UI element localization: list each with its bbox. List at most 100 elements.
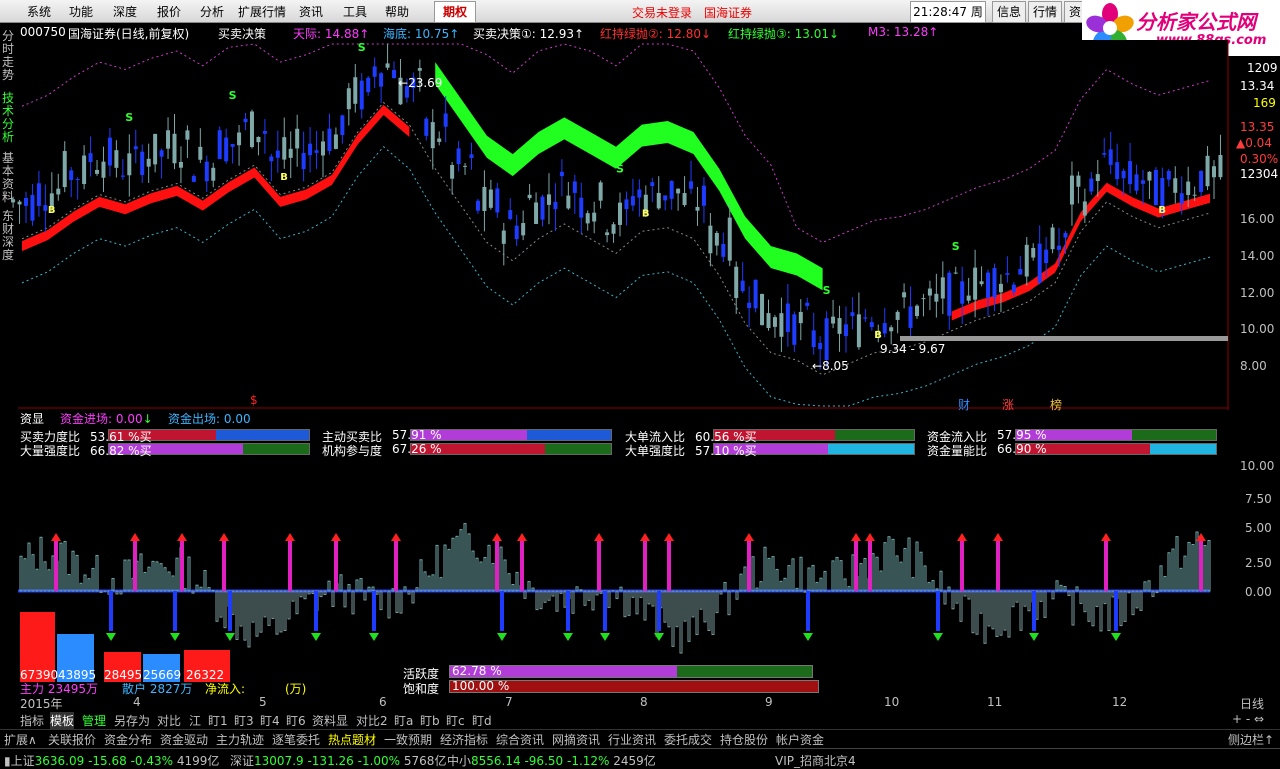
osc-bar <box>904 548 906 591</box>
osc-tick: 2.50 <box>1245 556 1272 570</box>
tool-save-as[interactable]: 另存为 <box>114 712 150 729</box>
activity-value: 62.78 % <box>452 664 502 678</box>
func-related-quote[interactable]: 关联报价 <box>48 731 96 748</box>
func-expand[interactable]: 扩展∧ <box>4 731 37 748</box>
period-label[interactable]: 日线 <box>1240 695 1264 712</box>
osc-bar <box>896 556 898 591</box>
func-economic[interactable]: 经济指标 <box>440 731 488 748</box>
candle-body <box>683 193 687 205</box>
tool-dingb[interactable]: 盯b <box>420 712 440 729</box>
candle-body <box>689 181 693 188</box>
osc-bar <box>44 562 46 591</box>
osc-bar <box>40 537 42 591</box>
candle-body <box>650 182 654 186</box>
candle-body <box>818 343 822 349</box>
outflow-spike <box>657 591 661 631</box>
tool-compare2[interactable]: 对比2 <box>356 712 388 729</box>
candle-body <box>928 289 932 296</box>
dollar-icon[interactable]: $ <box>250 393 258 407</box>
func-main-track[interactable]: 主力轨迹 <box>216 731 264 748</box>
candle-body <box>947 273 951 316</box>
tool-dingc[interactable]: 盯c <box>446 712 465 729</box>
candle-body <box>973 268 977 300</box>
func-hot-topics[interactable]: 热点题材 <box>328 731 376 748</box>
candle-body <box>1199 171 1203 192</box>
osc-bar <box>420 560 422 591</box>
candle-body <box>573 181 577 192</box>
indicator-toolbar: 指标 模板 管理 另存为 对比 江 盯1 盯3 盯4 盯6 资料显 对比2 盯a… <box>0 711 1280 729</box>
tool-dinga[interactable]: 盯a <box>394 712 413 729</box>
osc-bar <box>836 557 838 591</box>
osc-bar <box>728 591 730 615</box>
tool-ding1[interactable]: 盯1 <box>208 712 228 729</box>
outflow-spike <box>1114 591 1118 631</box>
candle-body <box>521 223 525 235</box>
index-sh[interactable]: ▮上证3636.09 -15.68 -0.43% 4199亿 <box>4 752 219 769</box>
candle-body <box>1076 176 1080 187</box>
inflow-spike <box>54 541 58 591</box>
candle-body <box>541 197 545 220</box>
tool-ding3[interactable]: 盯3 <box>234 712 254 729</box>
tool-dingd[interactable]: 盯d <box>472 712 492 729</box>
func-fund-distribution[interactable]: 资金分布 <box>104 731 152 748</box>
osc-bar <box>784 578 786 591</box>
zoom-controls[interactable]: + - ⇔ <box>1232 712 1264 726</box>
candle-body <box>11 199 15 202</box>
inflow-spike <box>495 541 499 591</box>
osc-bar <box>1136 591 1138 608</box>
func-orders[interactable]: 委托成交 <box>664 731 712 748</box>
sidebar-toggle[interactable]: 侧边栏↑ <box>1228 731 1274 748</box>
candle-body <box>857 314 861 347</box>
candle-body <box>237 132 241 145</box>
func-positions[interactable]: 持仓股份 <box>720 731 768 748</box>
candle-body <box>954 273 958 274</box>
tool-manage[interactable]: 管理 <box>82 712 106 729</box>
candle-body <box>747 303 751 308</box>
candle-body <box>179 162 183 168</box>
candle-body <box>276 151 280 158</box>
func-consensus[interactable]: 一致预期 <box>384 731 432 748</box>
osc-bar <box>1176 537 1178 591</box>
osc-bar <box>220 591 222 617</box>
func-web-news[interactable]: 网摘资讯 <box>552 731 600 748</box>
osc-bar <box>172 576 174 591</box>
tool-compare[interactable]: 对比 <box>157 712 181 729</box>
candle-body <box>909 306 913 327</box>
candle-body <box>941 277 945 298</box>
candle-body <box>224 138 228 162</box>
osc-bar <box>260 591 262 632</box>
func-fund-drive[interactable]: 资金驱动 <box>160 731 208 748</box>
osc-bar <box>1040 591 1042 601</box>
candle-body <box>728 218 732 261</box>
tool-indicator[interactable]: 指标 <box>20 712 44 729</box>
tool-ding4[interactable]: 盯4 <box>260 712 280 729</box>
candle-body <box>95 170 99 174</box>
func-order-book[interactable]: 逐笔委托 <box>272 731 320 748</box>
func-account[interactable]: 帐户资金 <box>776 731 824 748</box>
tool-template[interactable]: 模板 <box>50 712 74 729</box>
tool-fund-display[interactable]: 资料显 <box>312 712 348 729</box>
inflow-spike <box>996 541 1000 591</box>
last-price: 13.34 <box>1240 79 1274 93</box>
osc-bar <box>920 552 922 591</box>
tool-ding6[interactable]: 盯6 <box>286 712 306 729</box>
osc-bar <box>1164 576 1166 591</box>
index-sz[interactable]: 深证13007.9 -131.26 -1.00% 5768亿 <box>230 752 446 769</box>
candle-body <box>992 268 996 297</box>
down-arrow-icon <box>106 633 116 641</box>
price-chart[interactable]: SSSSSSBBBBB <box>0 0 1280 410</box>
osc-bar <box>164 568 166 591</box>
price-tick: 14.00 <box>1240 249 1274 263</box>
func-industry-news[interactable]: 行业资讯 <box>608 731 656 748</box>
candle-body <box>185 130 189 139</box>
osc-bar <box>584 591 586 605</box>
x-tick: 7 <box>505 695 513 709</box>
osc-bar <box>456 536 458 591</box>
index-sme[interactable]: 中小8556.14 -96.50 -1.12% 2459亿 <box>447 752 656 769</box>
outflow-spike <box>109 591 113 631</box>
tool-jiang[interactable]: 江 <box>189 712 201 729</box>
server-status[interactable]: VIP_招商北京4 <box>775 752 856 769</box>
func-news[interactable]: 综合资讯 <box>496 731 544 748</box>
candle-body <box>463 166 467 167</box>
osc-bar <box>652 591 654 606</box>
